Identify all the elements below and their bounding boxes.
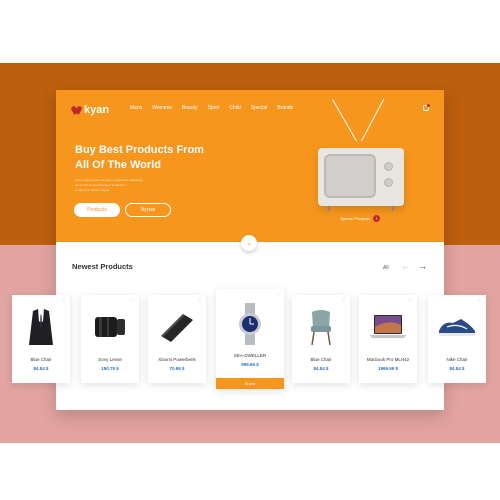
product-card[interactable]: ♡ Blue Chair 84.54 $ <box>12 295 70 383</box>
product-card[interactable]: ♡ Blue Chair 84.54 $ <box>292 295 350 383</box>
hero-subtext: Lorem ipsum dolor sit amet, consectetur … <box>75 178 193 193</box>
brand-name: kyan <box>84 104 110 116</box>
arrow-right-icon[interactable]: → <box>418 261 427 271</box>
chevron-down-icon[interactable]: ⌄ <box>241 235 257 251</box>
chair-image <box>292 307 350 347</box>
tv-product-image <box>318 148 404 211</box>
headline-line-2: All Of The World <box>75 159 161 171</box>
logo-icon <box>72 106 81 115</box>
product-price: 84.54 $ <box>449 366 465 371</box>
powerbank-image <box>148 307 206 347</box>
product-card[interactable]: ♡ Nike Chair 84.54 $ <box>428 295 486 383</box>
product-name: Blue Chair <box>310 357 332 362</box>
product-card[interactable]: ♡ Xiaomi Powerbenk 70.99 $ <box>148 295 206 383</box>
watch-image <box>216 303 284 345</box>
nav-item-child[interactable]: Child <box>229 105 240 111</box>
product-name: SEA-DWELLER <box>233 353 267 358</box>
tv-screen <box>324 154 376 198</box>
product-price: 999.66 $ <box>241 362 259 367</box>
cart-icon[interactable] <box>423 104 430 111</box>
hero-banner: kyan Mens Womens Beauty Sport Child Spec… <box>56 90 444 242</box>
heart-icon[interactable]: ♡ <box>275 292 280 299</box>
filter-all[interactable]: All <box>383 265 389 271</box>
product-name: Nike Chair <box>446 357 468 362</box>
tv-antenna-right <box>361 98 385 142</box>
heart-icon[interactable]: ♡ <box>130 298 135 305</box>
nav-item-mens[interactable]: Mens <box>130 105 142 111</box>
product-card[interactable]: ♡ Macbook Pro MLH42 1999.99 $ <box>359 295 417 383</box>
product-name: Sony Lense <box>98 357 122 362</box>
products-button[interactable]: Products <box>74 203 120 217</box>
heart-icon[interactable]: ♡ <box>408 298 413 305</box>
product-name: Xiaomi Powerbenk <box>158 357 196 362</box>
special-products-link[interactable]: Special Products › <box>340 215 381 222</box>
product-price: 84.54 $ <box>33 366 49 371</box>
subtext-line-3: ut labore et dolore magna <box>75 188 110 192</box>
nav-item-sport[interactable]: Sport <box>207 105 219 111</box>
heart-icon[interactable]: ♡ <box>61 298 66 305</box>
product-price: 70.99 $ <box>169 366 185 371</box>
product-card-featured[interactable]: ♡ SEA-DWELLER 999.66 $ Share <box>216 289 284 389</box>
nav-item-beauty[interactable]: Beauty <box>182 105 198 111</box>
product-price: 1999.99 $ <box>377 366 399 371</box>
secondary-button[interactable]: Nyrsar <box>125 203 171 217</box>
sneaker-image <box>428 307 486 347</box>
section-title: Newest Products <box>72 262 133 271</box>
suit-image <box>12 307 70 347</box>
camera-lens-image <box>81 307 139 347</box>
tv-legs <box>328 206 394 211</box>
product-name: Blue Chair <box>30 357 52 362</box>
cart-badge <box>427 104 430 107</box>
product-price: 84.54 $ <box>313 366 329 371</box>
arrow-right-icon: › <box>373 215 381 222</box>
hero-headline: Buy Best Products From All Of The World <box>75 143 225 173</box>
heart-icon[interactable]: ♡ <box>477 298 482 305</box>
carousel-arrows: ← → <box>401 261 427 271</box>
brand-logo[interactable]: kyan <box>72 104 109 116</box>
headline-line-1: Buy Best Products From <box>75 144 204 156</box>
tv-knob-bottom <box>384 178 393 187</box>
nav-item-womens[interactable]: Womens <box>152 105 172 111</box>
arrow-left-icon[interactable]: ← <box>401 261 410 271</box>
tv-antenna-left <box>332 99 357 142</box>
main-nav: Mens Womens Beauty Sport Child Special B… <box>130 105 293 111</box>
product-name: Macbook Pro MLH42 <box>366 357 410 362</box>
tv-knob-top <box>384 162 393 171</box>
nav-item-brands[interactable]: Brands <box>277 105 293 111</box>
product-card[interactable]: ♡ Sony Lense 150.75 $ <box>81 295 139 383</box>
nav-item-special[interactable]: Special <box>251 105 267 111</box>
laptop-image <box>359 307 417 347</box>
share-button[interactable]: Share <box>216 378 284 389</box>
heart-icon[interactable]: ♡ <box>341 298 346 305</box>
heart-icon[interactable]: ♡ <box>197 298 202 305</box>
special-products-label: Special Products <box>340 216 371 221</box>
product-price: 150.75 $ <box>101 366 119 371</box>
